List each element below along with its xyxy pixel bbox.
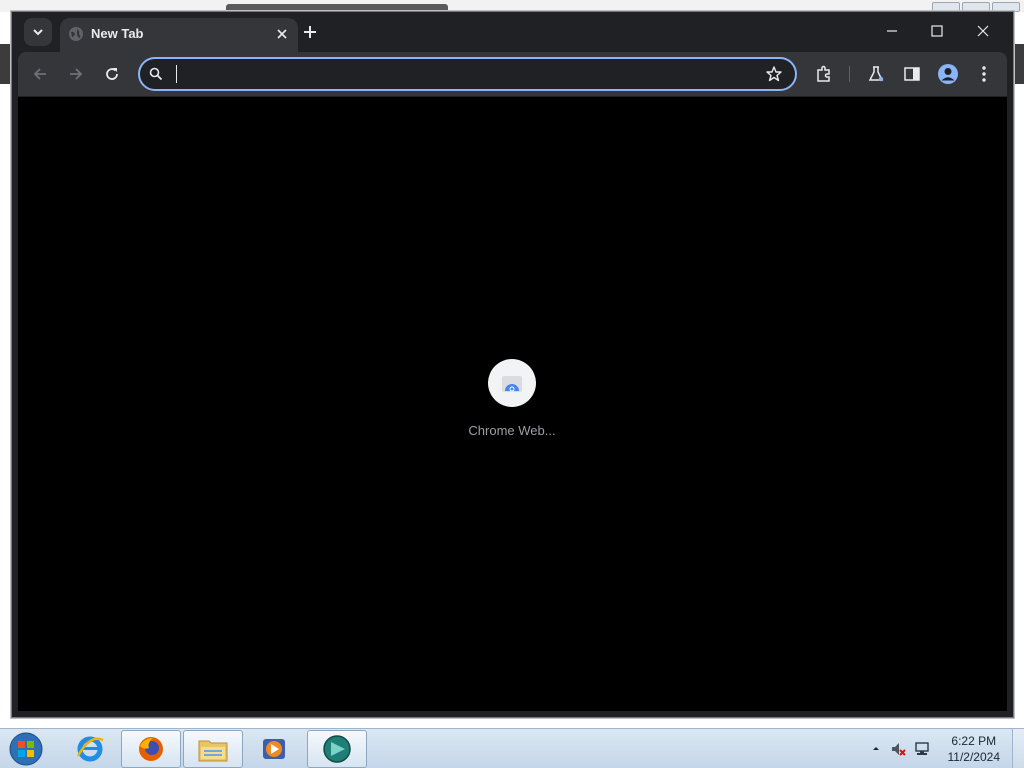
side-panel-icon [904, 67, 920, 81]
media-player-icon [263, 739, 285, 759]
clock-time: 6:22 PM [951, 734, 997, 748]
extensions-button[interactable] [812, 62, 836, 86]
tab-close-button[interactable] [272, 24, 292, 44]
arrow-left-icon [33, 68, 46, 80]
avatar-icon [938, 64, 958, 84]
address-bar[interactable] [138, 57, 797, 91]
minimize-icon [887, 30, 897, 32]
new-tab-page: Chrome Web... [18, 97, 1007, 711]
internet-explorer-icon [76, 736, 104, 762]
flask-icon [868, 66, 884, 82]
file-explorer-icon [198, 740, 228, 762]
tab-search-button[interactable] [24, 18, 52, 46]
windows-logo-icon [9, 732, 43, 766]
network-icon [915, 742, 929, 755]
taskbar: 6:22 PM 11/2/2024 [0, 728, 1024, 768]
maximize-icon [931, 25, 943, 37]
reload-icon [106, 68, 118, 80]
tab-strip: New Tab [12, 12, 1013, 52]
chrome-web-store-icon [502, 376, 522, 392]
shortcut-tile[interactable]: Chrome Web... [459, 359, 565, 449]
tab-title: New Tab [91, 26, 144, 41]
chrome-window: New Tab Chrome Web... [11, 11, 1014, 718]
more-vertical-icon [982, 66, 986, 82]
text-caret [176, 65, 177, 83]
plus-icon [304, 26, 316, 38]
toolbar [18, 52, 1007, 96]
reload-button[interactable] [98, 60, 126, 88]
close-window-button[interactable] [963, 18, 1003, 44]
tab-new-tab[interactable]: New Tab [60, 18, 298, 52]
new-tab-button[interactable] [298, 20, 322, 44]
taskbar-media-player[interactable] [244, 730, 304, 768]
network-button[interactable] [914, 741, 930, 757]
close-icon [977, 25, 989, 37]
show-desktop-button[interactable] [1012, 729, 1024, 768]
shortcut-icon-tile[interactable] [488, 359, 536, 407]
start-button[interactable] [6, 730, 46, 768]
volume-muted-icon [892, 743, 906, 756]
taskbar-app[interactable] [307, 730, 367, 768]
address-input[interactable] [178, 63, 758, 85]
app-icon [323, 735, 351, 763]
profile-button[interactable] [936, 62, 960, 86]
firefox-icon [139, 737, 163, 761]
close-icon [277, 29, 287, 39]
chevron-up-icon [873, 747, 879, 750]
side-panel-button[interactable] [900, 62, 924, 86]
search-icon [149, 67, 163, 81]
show-hidden-icons-button[interactable] [868, 741, 884, 757]
taskbar-file-explorer[interactable] [183, 730, 243, 768]
volume-button[interactable] [890, 741, 906, 757]
minimize-button[interactable] [872, 18, 912, 44]
menu-button[interactable] [972, 62, 996, 86]
labs-button[interactable] [864, 62, 888, 86]
taskbar-internet-explorer[interactable] [60, 730, 120, 768]
clock-date: 11/2/2024 [947, 750, 1001, 764]
system-clock[interactable]: 6:22 PM 11/2/2024 [948, 733, 1001, 765]
chevron-down-icon [33, 29, 43, 36]
globe-icon [69, 27, 83, 41]
puzzle-icon [817, 65, 830, 82]
arrow-right-icon [70, 68, 83, 80]
toolbar-separator [849, 66, 850, 82]
shortcut-label: Chrome Web... [468, 423, 556, 438]
forward-button[interactable] [62, 60, 90, 88]
bookmark-star-icon[interactable] [765, 65, 783, 83]
taskbar-firefox[interactable] [121, 730, 181, 768]
back-button[interactable] [26, 60, 54, 88]
maximize-button[interactable] [917, 18, 957, 44]
